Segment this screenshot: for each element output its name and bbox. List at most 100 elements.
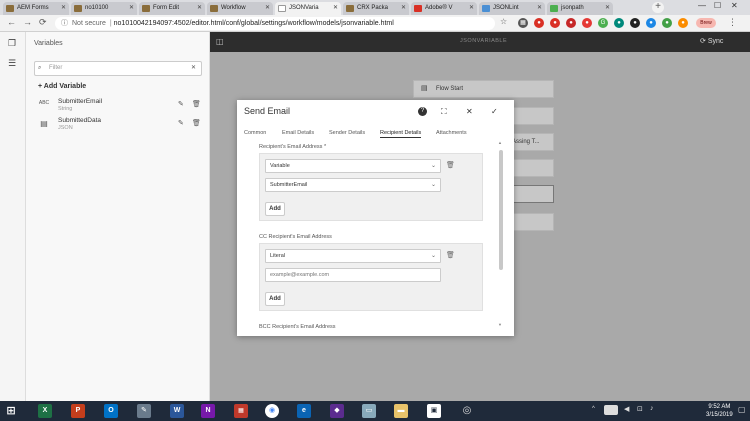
tab-email-details[interactable]: Email Details xyxy=(282,130,314,136)
ie-icon[interactable]: e xyxy=(297,404,311,418)
recipient-mode-select[interactable]: Variable ⌄ xyxy=(265,159,441,173)
close-tab-icon[interactable]: ✕ xyxy=(129,2,134,15)
network-icon[interactable]: ⊡ xyxy=(637,405,643,413)
delete-trash-icon[interactable]: 🗑 xyxy=(192,100,201,108)
browser-tab[interactable]: Form Edit ✕ xyxy=(139,2,205,15)
app-icon[interactable]: ▣ xyxy=(427,404,441,418)
forward-arrow-icon[interactable]: → xyxy=(23,17,32,27)
extension-icon[interactable]: ● xyxy=(662,18,672,28)
new-tab-button[interactable]: + xyxy=(652,2,664,13)
dialog-scrollbar[interactable]: ▲ ▼ xyxy=(498,140,504,328)
minimize-icon[interactable]: — xyxy=(698,1,706,10)
extension-icon[interactable]: ● xyxy=(566,18,576,28)
workflow-node[interactable]: ▤ Flow Start xyxy=(413,80,554,98)
info-icon[interactable]: ⓘ xyxy=(61,20,68,27)
delete-trash-icon[interactable]: 🗑 xyxy=(192,119,201,127)
maximize-icon[interactable]: ☐ xyxy=(714,1,721,10)
done-check-icon[interactable]: ✓ xyxy=(491,107,498,116)
profile-button[interactable]: Brew xyxy=(696,18,716,28)
url-input[interactable]: ⓘ Not secure | no1010042194097:4502/editor… xyxy=(55,17,495,30)
fullscreen-icon[interactable]: ⛶ xyxy=(441,107,447,117)
toggle-panel-icon[interactable]: ◫ xyxy=(216,37,224,46)
close-window-icon[interactable]: ✕ xyxy=(731,1,738,10)
extension-icon[interactable]: ● xyxy=(614,18,624,28)
back-arrow-icon[interactable]: ← xyxy=(7,17,16,27)
variable-row[interactable]: ABC SubmitterEmail String ✎ 🗑 xyxy=(38,98,203,116)
cc-mode-select[interactable]: Literal ⌄ xyxy=(265,249,441,263)
extension-icon[interactable]: ● xyxy=(534,18,544,28)
volume-icon[interactable]: ◀ xyxy=(624,405,629,413)
browser-tab[interactable]: AEM Forms ✕ xyxy=(3,2,69,15)
powerpoint-icon[interactable]: P xyxy=(71,404,85,418)
tab-common[interactable]: Common xyxy=(244,130,266,136)
tray-chevron-icon[interactable]: ^ xyxy=(592,406,595,412)
close-icon[interactable]: ✕ xyxy=(466,107,473,116)
extension-icon[interactable]: ● xyxy=(630,18,640,28)
windows-start-icon[interactable]: ⊞ xyxy=(4,404,18,418)
list-icon[interactable]: ☰ xyxy=(8,58,16,69)
variable-type: JSON xyxy=(58,125,73,131)
tab-sender-details[interactable]: Sender Details xyxy=(329,130,365,136)
recipient-value-select[interactable]: SubmitterEmail ⌄ xyxy=(265,178,441,192)
app-grid-icon[interactable]: ▦ xyxy=(234,404,248,418)
close-tab-icon[interactable]: ✕ xyxy=(197,2,202,15)
notification-icon[interactable]: ▢ xyxy=(738,405,746,414)
close-tab-icon[interactable]: ✕ xyxy=(469,2,474,15)
browser-tab[interactable]: no10100 ✕ xyxy=(71,2,137,15)
taskbar-clock[interactable]: 9:52 AM 3/15/2019 xyxy=(706,403,733,419)
browser-tab-active[interactable]: JSONVaria ✕ xyxy=(275,2,341,15)
menu-kebab-icon[interactable]: ⋮ xyxy=(728,17,737,28)
tab-favicon-icon xyxy=(142,5,150,12)
app-icon[interactable]: ◆ xyxy=(330,404,344,418)
reload-icon[interactable]: ⟳ xyxy=(39,17,47,28)
delete-trash-icon[interactable]: 🗑 xyxy=(446,251,455,259)
close-tab-icon[interactable]: ✕ xyxy=(605,2,610,15)
extension-icon[interactable]: ● xyxy=(582,18,592,28)
tray-app-icon[interactable] xyxy=(604,405,618,415)
extension-icon[interactable]: ● xyxy=(550,18,560,28)
close-tab-icon[interactable]: ✕ xyxy=(401,2,406,15)
tab-recipient-details[interactable]: Recipient Details xyxy=(380,130,422,138)
scroll-down-icon[interactable]: ▼ xyxy=(498,322,502,327)
clear-icon[interactable]: ✕ xyxy=(191,62,196,75)
add-cc-button[interactable]: Add xyxy=(265,292,285,306)
cc-email-input[interactable] xyxy=(265,268,441,282)
browser-tab[interactable]: JSONLint ✕ xyxy=(479,2,545,15)
browser-tab[interactable]: Adobe® V ✕ xyxy=(411,2,477,15)
chrome-icon[interactable]: ◉ xyxy=(265,404,279,418)
bookmark-star-icon[interactable]: ☆ xyxy=(500,17,507,26)
extension-icon[interactable]: ● xyxy=(646,18,656,28)
variable-row[interactable]: ▤ SubmittedData JSON ✎ 🗑 xyxy=(38,117,203,135)
extension-icon[interactable]: G xyxy=(598,18,608,28)
onenote-icon[interactable]: N xyxy=(201,404,215,418)
excel-icon[interactable]: X xyxy=(38,404,52,418)
filter-input[interactable]: ⌕ Filter ✕ xyxy=(34,61,202,76)
edit-pencil-icon[interactable]: ✎ xyxy=(178,119,184,127)
close-tab-icon[interactable]: ✕ xyxy=(333,2,338,15)
add-recipient-button[interactable]: Add xyxy=(265,202,285,216)
app-icon[interactable]: ▭ xyxy=(362,404,376,418)
help-icon[interactable]: ? xyxy=(418,107,427,116)
browser-tab[interactable]: CRX Packa ✕ xyxy=(343,2,409,15)
extension-icon[interactable]: ● xyxy=(678,18,688,28)
sync-button[interactable]: ⟳ Sync xyxy=(700,37,723,45)
layers-icon[interactable]: ❐ xyxy=(8,38,16,49)
close-tab-icon[interactable]: ✕ xyxy=(61,2,66,15)
word-icon[interactable]: W xyxy=(170,404,184,418)
file-explorer-icon[interactable]: ▬ xyxy=(394,404,408,418)
outlook-icon[interactable]: O xyxy=(104,404,118,418)
scroll-up-icon[interactable]: ▲ xyxy=(498,140,502,145)
tab-attachments[interactable]: Attachments xyxy=(436,130,467,136)
app-icon[interactable]: ◎ xyxy=(460,404,474,418)
scrollbar-thumb[interactable] xyxy=(499,150,503,270)
edit-pencil-icon[interactable]: ✎ xyxy=(178,100,184,108)
delete-trash-icon[interactable]: 🗑 xyxy=(446,161,455,169)
browser-tab[interactable]: jsonpath ✕ xyxy=(547,2,613,15)
speaker-icon[interactable]: ♪ xyxy=(650,405,654,412)
app-icon[interactable]: ✎ xyxy=(137,404,151,418)
add-variable-button[interactable]: + Add Variable xyxy=(38,83,86,90)
close-tab-icon[interactable]: ✕ xyxy=(537,2,542,15)
browser-tab[interactable]: Workflow ✕ xyxy=(207,2,273,15)
extension-icon[interactable]: ▦ xyxy=(518,18,528,28)
close-tab-icon[interactable]: ✕ xyxy=(265,2,270,15)
